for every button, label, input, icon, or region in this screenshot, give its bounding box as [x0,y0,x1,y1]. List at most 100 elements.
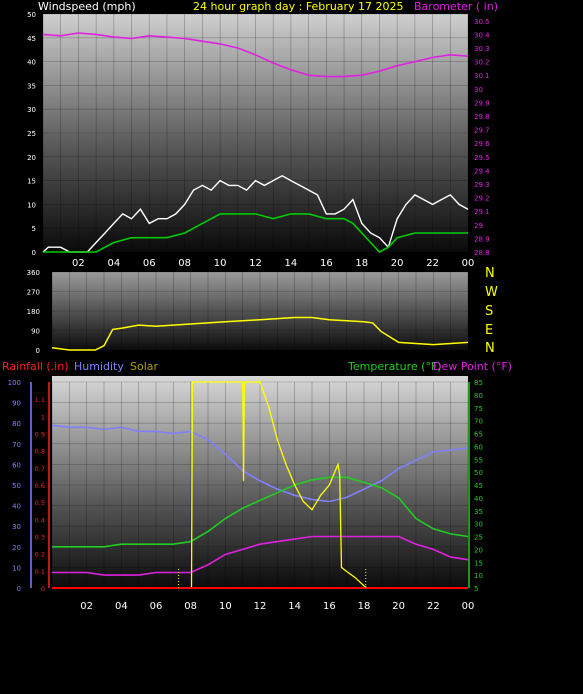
barometer-tick-label: 29.9 [474,99,490,107]
temperature-tick-label: 5 [474,585,478,593]
temperature-tick-label: 20 [474,546,483,554]
climate-time-tick-label: 18 [358,601,371,612]
temperature-tick-label: 55 [474,456,483,464]
humidity-legend: Humidity [74,360,124,373]
climate-time-tick-label: 12 [254,601,267,612]
wind-time-tick-label: 04 [107,258,120,269]
barometer-tick-label: 30.3 [474,45,490,53]
rainfall-tick-label: 0.1 [35,568,45,576]
barometer-tick-label: 29.3 [474,181,490,189]
rainfall-tick-label: 0.3 [35,534,45,542]
climate-time-tick-label: 08 [184,601,197,612]
wind-time-tick-label: 12 [249,258,262,269]
temperature-tick-label: 35 [474,508,483,516]
barometer-axis-title: Barometer ( in) [414,0,498,13]
wind-time-tick-label: 00 [462,258,475,269]
wind-tick-label: 40 [27,59,36,67]
graph-date-title: 24 hour graph day : February 17 2025 [193,0,404,13]
barometer-tick-label: 29 [474,222,483,230]
temperature-tick-label: 45 [474,482,483,490]
climate-time-tick-label: 04 [115,601,128,612]
wind-tick-label: 15 [27,178,36,186]
compass-label-w: W [485,285,498,300]
rainfall-tick-label: 1 [41,413,45,421]
humidity-tick-label: 40 [12,503,21,511]
wind-time-tick-label: 22 [426,258,439,269]
climate-time-tick-label: 14 [288,601,301,612]
temperature-tick-label: 65 [474,431,483,439]
temperature-tick-label: 30 [474,521,483,529]
barometer-tick-label: 29.2 [474,195,490,203]
humidity-tick-label: 100 [8,379,21,387]
windspeed-axis-title: Windspeed (mph) [38,0,136,13]
climate-time-tick-label: 20 [392,601,405,612]
rainfall-tick-label: 1.1 [35,396,45,404]
solar-legend: Solar [130,360,159,373]
climate-time-tick-label: 02 [80,601,93,612]
wind-time-tick-label: 02 [72,258,85,269]
rainfall-tick-label: 0.2 [35,551,45,559]
barometer-tick-label: 29.4 [474,167,490,175]
barometer-tick-label: 30.5 [474,18,490,26]
wind-tick-label: 35 [27,82,36,90]
wind-time-tick-label: 08 [178,258,191,269]
wind-tick-label: 0 [32,249,36,257]
humidity-tick-label: 90 [12,400,21,408]
humidity-tick-label: 70 [12,441,21,449]
temperature-tick-label: 40 [474,495,483,503]
compass-label-e: E [485,323,493,338]
wind-time-tick-label: 14 [285,258,298,269]
humidity-tick-label: 60 [12,461,21,469]
humidity-tick-label: 30 [12,523,21,531]
wind-time-tick-label: 06 [143,258,156,269]
direction-tick-label: 360 [27,269,40,277]
direction-tick-label: 180 [27,308,40,316]
temperature-tick-label: 60 [474,443,483,451]
barometer-tick-label: 30.2 [474,59,490,67]
rainfall-tick-label: 0.4 [35,516,45,524]
wind-time-tick-label: 10 [214,258,227,269]
temperature-tick-label: 85 [474,379,483,387]
temperature-tick-label: 70 [474,418,483,426]
barometer-tick-label: 29.5 [474,154,490,162]
barometer-tick-label: 29.8 [474,113,490,121]
compass-label-n-bottom: N [485,341,495,356]
temperature-tick-label: 75 [474,405,483,413]
rainfall-tick-label: 0.7 [35,465,45,473]
wind-time-tick-label: 18 [355,258,368,269]
barometer-tick-label: 30.4 [474,31,490,39]
rainfall-tick-label: 0.9 [35,431,45,439]
rainfall-tick-label: 0.6 [35,482,45,490]
wind-tick-label: 50 [27,11,36,19]
rainfall-tick-label: 0 [41,585,45,593]
wind-tick-label: 25 [27,130,36,138]
dewpoint-legend: Dew Point (°F) [433,360,512,373]
humidity-tick-label: 50 [12,482,21,490]
wind-tick-label: 20 [27,154,36,162]
climate-time-tick-label: 10 [219,601,232,612]
humidity-tick-label: 20 [12,544,21,552]
wind-tick-label: 45 [27,35,36,43]
rainfall-legend: Rainfall (.in) [2,360,69,373]
rainfall-tick-label: 0.8 [35,448,45,456]
rainfall-tick-label: 0.5 [35,499,45,507]
weather-graph-canvas: Windspeed (mph) 24 hour graph day : Febr… [2,0,512,612]
barometer-tick-label: 28.9 [474,235,490,243]
barometer-tick-label: 28.8 [474,249,490,257]
humidity-tick-label: 80 [12,420,21,428]
temperature-tick-label: 10 [474,572,483,580]
wind-time-tick-label: 20 [391,258,404,269]
climate-time-tick-label: 16 [323,601,336,612]
compass-labels: N W S E N [485,266,498,356]
climate-time-tick-label: 06 [150,601,163,612]
compass-label-s: S [485,304,493,319]
wind-tick-label: 30 [27,106,36,114]
temperature-legend: Temperature (°F) [347,360,442,373]
temperature-tick-label: 15 [474,559,483,567]
barometer-tick-label: 29.7 [474,127,490,135]
barometer-tick-label: 30.1 [474,72,490,80]
direction-tick-label: 270 [27,289,40,297]
temperature-tick-label: 50 [474,469,483,477]
temperature-tick-label: 80 [474,392,483,400]
barometer-tick-label: 30 [474,86,483,94]
